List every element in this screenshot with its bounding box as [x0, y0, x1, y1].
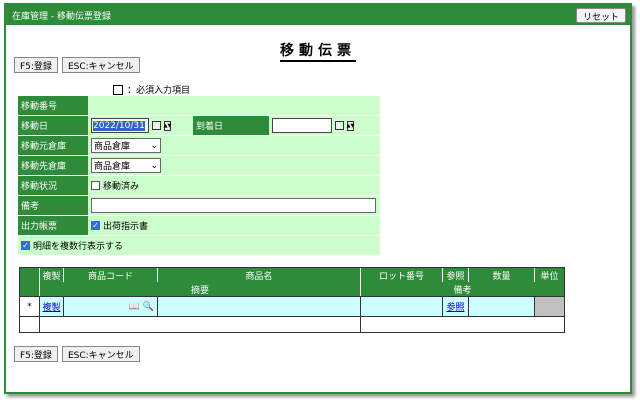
move-date-cell: 2022/10/31 ▲▼ — [88, 116, 171, 135]
required-legend: ：必須入力項目 — [113, 83, 190, 96]
detail-header-row-1: 複製 商品コード 商品名 ロット番号 参照 数量 単位 — [20, 268, 564, 282]
row-move-no: 移動番号 — [18, 96, 380, 115]
output-label: 出力帳票 — [18, 216, 88, 235]
spin-icon[interactable]: ▲▼ — [347, 120, 354, 131]
bottom-button-bar: F5:登録 ESC:キャンセル — [14, 346, 140, 362]
arrival-date-label: 到着日 — [193, 116, 269, 135]
table-row: * 複製 📖 🔍 参照 — [20, 296, 564, 316]
lot-number-cell[interactable] — [361, 297, 443, 316]
chevron-down-icon: ⌄ — [150, 160, 158, 171]
row-marker-empty — [20, 317, 40, 332]
arrival-date-input[interactable] — [272, 118, 332, 133]
row-multiline: ✓ 明細を複数行表示する — [18, 236, 380, 255]
row-marker: * — [20, 297, 40, 316]
detail-table: 複製 商品コード 商品名 ロット番号 参照 数量 単位 摘要 備考 * 複製 📖… — [19, 267, 565, 333]
window-title: 在庫管理 - 移動伝票登録 — [12, 11, 111, 22]
header-copy: 複製 — [40, 268, 64, 282]
esc-cancel-button[interactable]: ESC:キャンセル — [61, 346, 140, 362]
move-date-label: 移動日 — [18, 116, 88, 135]
reference-link[interactable]: 参照 — [446, 300, 464, 313]
f5-register-button[interactable]: F5:登録 — [14, 346, 58, 362]
required-marker-icon — [113, 84, 123, 95]
title-bar: 在庫管理 - 移動伝票登録 リセット — [6, 5, 630, 25]
header-spacer — [20, 282, 40, 296]
quantity-cell[interactable] — [469, 297, 535, 316]
f5-register-button[interactable]: F5:登録 — [14, 57, 58, 73]
status-label: 移動状況 — [18, 176, 88, 195]
calendar-icon[interactable] — [335, 121, 344, 130]
product-name-cell[interactable] — [158, 297, 361, 316]
row-output: 出力帳票 ✓ 出荷指示書 — [18, 216, 380, 235]
header-reference: 参照 — [443, 268, 469, 282]
calendar-icon[interactable] — [152, 121, 161, 130]
header-lot-number: ロット番号 — [361, 268, 443, 282]
header-product-name: 商品名 — [158, 268, 361, 282]
moved-checkbox[interactable] — [91, 181, 100, 190]
to-warehouse-label: 移動先倉庫 — [18, 156, 88, 175]
main-window: 在庫管理 - 移動伝票登録 リセット 移動伝票 F5:登録 ESC:キャンセル … — [4, 3, 632, 394]
row-to-warehouse: 移動先倉庫 商品倉庫 ⌄ — [18, 156, 380, 175]
moved-checkbox-label: 移動済み — [103, 182, 140, 192]
multiline-checkbox[interactable]: ✓ — [21, 241, 30, 250]
to-warehouse-select[interactable]: 商品倉庫 ⌄ — [91, 158, 161, 173]
copy-link[interactable]: 複製 — [42, 300, 60, 313]
multiline-checkbox-label: 明細を複数行表示する — [33, 242, 124, 252]
row-remarks: 備考 — [18, 196, 380, 215]
remarks-input[interactable] — [91, 198, 376, 213]
header-unit: 単位 — [540, 271, 559, 282]
esc-cancel-button[interactable]: ESC:キャンセル — [61, 57, 140, 73]
chevron-down-icon: ⌄ — [150, 140, 158, 151]
top-button-bar: F5:登録 ESC:キャンセル — [14, 57, 140, 73]
arrival-date-cell: ▲▼ — [269, 116, 354, 135]
row-from-warehouse: 移動元倉庫 商品倉庫 ⌄ — [18, 136, 380, 155]
spin-icon[interactable]: ▲▼ — [164, 120, 171, 131]
detail-header-row-2: 摘要 備考 — [20, 282, 564, 296]
summary-cell[interactable] — [40, 317, 361, 332]
from-warehouse-select[interactable]: 商品倉庫 ⌄ — [91, 138, 161, 153]
header-form: 移動番号 移動日 2022/10/31 ▲▼ 到着日 ▲▼ 移動元倉庫 商品倉庫… — [18, 96, 380, 256]
search-icon[interactable]: 🔍 — [143, 302, 154, 312]
from-warehouse-label: 移動元倉庫 — [18, 136, 88, 155]
header-spacer — [20, 268, 40, 282]
book-icon[interactable]: 📖 — [129, 302, 140, 312]
reset-button[interactable]: リセット — [575, 7, 626, 23]
product-code-cell[interactable]: 📖 🔍 — [64, 297, 158, 316]
shipping-instruction-checkbox[interactable]: ✓ — [91, 221, 100, 230]
move-no-label: 移動番号 — [18, 96, 88, 115]
header-product-code: 商品コード — [64, 268, 158, 282]
header-summary: 摘要 — [40, 282, 361, 296]
header-remarks: 備考 — [453, 285, 472, 296]
shipping-instruction-label: 出荷指示書 — [103, 222, 149, 232]
table-row — [20, 316, 564, 332]
row-status: 移動状況 移動済み — [18, 176, 380, 195]
move-date-input[interactable]: 2022/10/31 — [91, 118, 149, 133]
header-quantity: 数量 — [469, 268, 535, 282]
remarks-cell[interactable] — [361, 317, 564, 332]
remarks-label: 備考 — [18, 196, 88, 215]
unit-cell — [535, 297, 564, 316]
row-move-date: 移動日 2022/10/31 ▲▼ 到着日 ▲▼ — [18, 116, 380, 135]
required-legend-text: ：必須入力項目 — [127, 86, 191, 96]
